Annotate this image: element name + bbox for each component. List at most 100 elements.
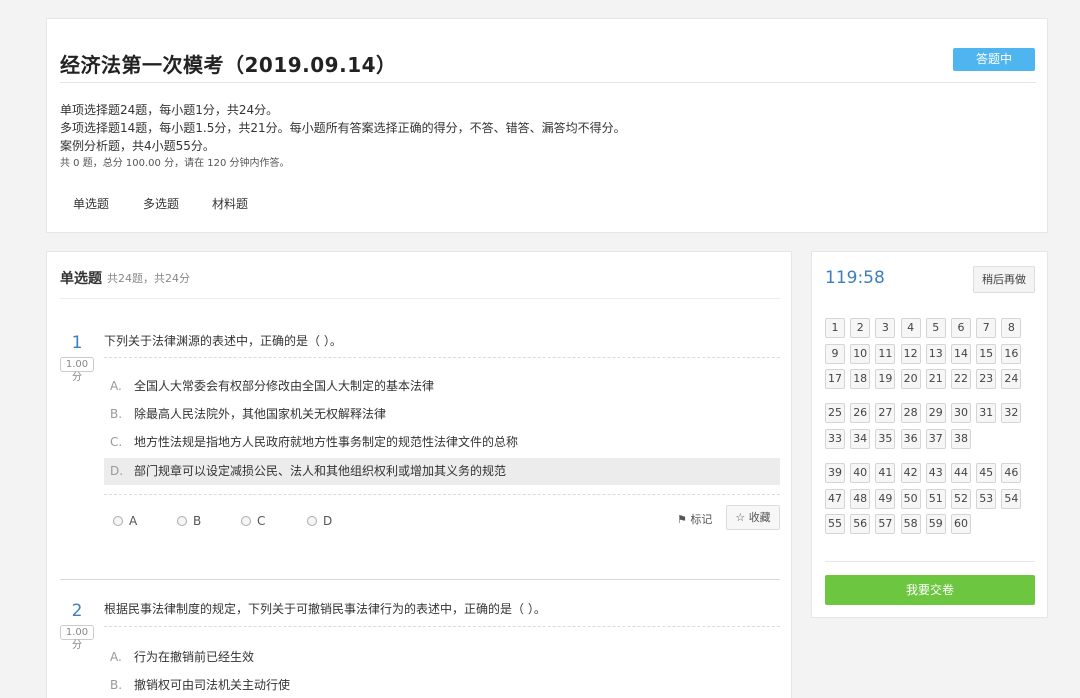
question-nav-button[interactable]: 23 [976,369,997,389]
question-nav-button[interactable]: 28 [900,403,921,423]
question-nav-button[interactable]: 13 [925,343,946,364]
question-nav-button[interactable]: 27 [875,403,896,423]
question-nav-button[interactable]: 9 [825,343,845,364]
question-nav-button[interactable]: 56 [850,514,871,534]
question-nav-button[interactable]: 12 [900,343,921,364]
option-a[interactable]: A. 全国人大常委会有权部分修改由全国人大制定的基本法律 [104,373,780,400]
question-nav-button[interactable]: 43 [925,463,946,483]
question-nav-button[interactable]: 17 [825,369,845,389]
question-nav-button[interactable]: 21 [925,369,946,389]
countdown-timer: 119:58 [825,268,885,288]
radio-label: B [193,514,202,528]
option-b[interactable]: B. 撤销权可由司法机关主动行使 [104,672,780,698]
question-nav-button[interactable]: 42 [900,463,921,483]
option-c[interactable]: C. 地方性法规是指地方人民政府就地方性事务制定的规范性法律文件的总称 [104,429,780,456]
question-nav-button[interactable]: 36 [900,428,921,449]
question-nav-button[interactable]: 40 [850,463,871,483]
question-nav-button[interactable]: 25 [825,403,845,423]
question-nav-button[interactable]: 44 [951,463,971,483]
option-letter: A. [110,650,122,664]
exam-header-card: 经济法第一次模考（2019.09.14） 答题中 单项选择题24题，每小题1分，… [46,18,1048,233]
question-nav-button[interactable]: 33 [825,428,845,449]
question-nav-button[interactable]: 37 [925,428,946,449]
option-text: 地方性法规是指地方人民政府就地方性事务制定的规范性法律文件的总称 [134,435,519,449]
question-nav-button[interactable]: 41 [875,463,896,483]
submit-exam-button[interactable]: 我要交卷 [825,575,1035,605]
favorite-button[interactable]: ☆ 收藏 [726,505,780,530]
question-nav-button[interactable]: 50 [900,488,921,509]
mark-label: 标记 [690,513,713,526]
section-divider [60,298,780,299]
question-nav-button[interactable]: 2 [850,318,871,338]
question-nav-button[interactable]: 4 [900,318,921,338]
question-nav-button[interactable]: 38 [951,428,971,449]
question-nav-button[interactable]: 60 [951,514,971,534]
question-nav-button[interactable]: 20 [900,369,921,389]
answer-radio-a[interactable]: A [113,514,137,528]
star-icon: ☆ [735,511,746,524]
section-title-text: 单选题 [60,271,102,287]
question-nav-button[interactable]: 8 [1001,318,1022,338]
question-nav-button[interactable]: 48 [850,488,871,509]
question-nav-button[interactable]: 29 [925,403,946,423]
answer-radio-c[interactable]: C [241,514,265,528]
tab-multi-choice[interactable]: 多选题 [143,195,179,212]
favorite-label: 收藏 [748,511,771,524]
tab-single-choice[interactable]: 单选题 [73,195,109,212]
answer-radio-b[interactable]: B [177,514,201,528]
question-nav-button[interactable]: 5 [925,318,946,338]
option-b[interactable]: B. 除最高人民法院外，其他国家机关无权解释法律 [104,401,780,428]
radio-label: D [323,514,333,528]
question-stem: 根据民事法律制度的规定，下列关于可撤销民事法律行为的表述中，正确的是（ ）。 [104,602,546,616]
question-nav-button[interactable]: 45 [976,463,997,483]
question-nav-button[interactable]: 10 [850,343,871,364]
question-nav-button[interactable]: 39 [825,463,845,483]
tab-material[interactable]: 材料题 [212,195,248,212]
question-nav-button[interactable]: 30 [951,403,971,423]
question-nav-button[interactable]: 53 [976,488,997,509]
question-nav-button[interactable]: 31 [976,403,997,423]
question-nav-button[interactable]: 55 [825,514,845,534]
radio-circle [177,516,187,526]
question-nav-button[interactable]: 51 [925,488,946,509]
flag-icon: ⚑ [677,513,687,526]
option-text: 行为在撤销前已经生效 [134,650,255,664]
question-nav-button[interactable]: 16 [1001,343,1022,364]
question-nav-button[interactable]: 52 [951,488,971,509]
question-nav-button[interactable]: 11 [875,343,896,364]
radio-label: A [129,514,138,528]
question-nav-button[interactable]: 34 [850,428,871,449]
question-nav-button[interactable]: 58 [900,514,921,534]
question-nav-button[interactable]: 35 [875,428,896,449]
question-nav-button[interactable]: 18 [850,369,871,389]
status-badge: 答题中 [953,48,1035,71]
option-letter: D. [110,464,124,478]
question-nav-button[interactable]: 14 [951,343,971,364]
question-nav-button[interactable]: 15 [976,343,997,364]
question-nav-button[interactable]: 46 [1001,463,1022,483]
mark-button[interactable]: ⚑ 标记 [677,511,712,527]
rule-multi-choice: 多项选择题14题，每小题1.5分，共21分。每小题所有答案选择正确的得分，不答、… [60,121,626,135]
question-nav-button[interactable]: 22 [951,369,971,389]
question-nav-button[interactable]: 19 [875,369,896,389]
question-nav-button[interactable]: 7 [976,318,997,338]
question-nav-button[interactable]: 59 [925,514,946,534]
question-stem: 下列关于法律渊源的表述中，正确的是（ ）。 [104,334,342,348]
radio-circle [113,516,123,526]
option-text: 撤销权可由司法机关主动行使 [134,678,291,692]
do-later-button[interactable]: 稍后再做 [973,266,1035,293]
question-nav-button[interactable]: 24 [1001,369,1022,389]
option-a[interactable]: A. 行为在撤销前已经生效 [104,644,780,671]
question-nav-button[interactable]: 57 [875,514,896,534]
question-nav-button[interactable]: 1 [825,318,845,338]
question-nav-button[interactable]: 3 [875,318,896,338]
question-nav-button[interactable]: 54 [1001,488,1022,509]
question-nav-button[interactable]: 32 [1001,403,1022,423]
answer-radio-d[interactable]: D [307,514,332,528]
question-nav-button[interactable]: 6 [951,318,971,338]
question-nav-button[interactable]: 26 [850,403,871,423]
question-nav-button[interactable]: 49 [875,488,896,509]
question-nav-button[interactable]: 47 [825,488,845,509]
section-meta: 共24题，共24分 [107,272,190,285]
option-d[interactable]: D. 部门规章可以设定减损公民、法人和其他组织权利或增加其义务的规范 [104,458,780,485]
